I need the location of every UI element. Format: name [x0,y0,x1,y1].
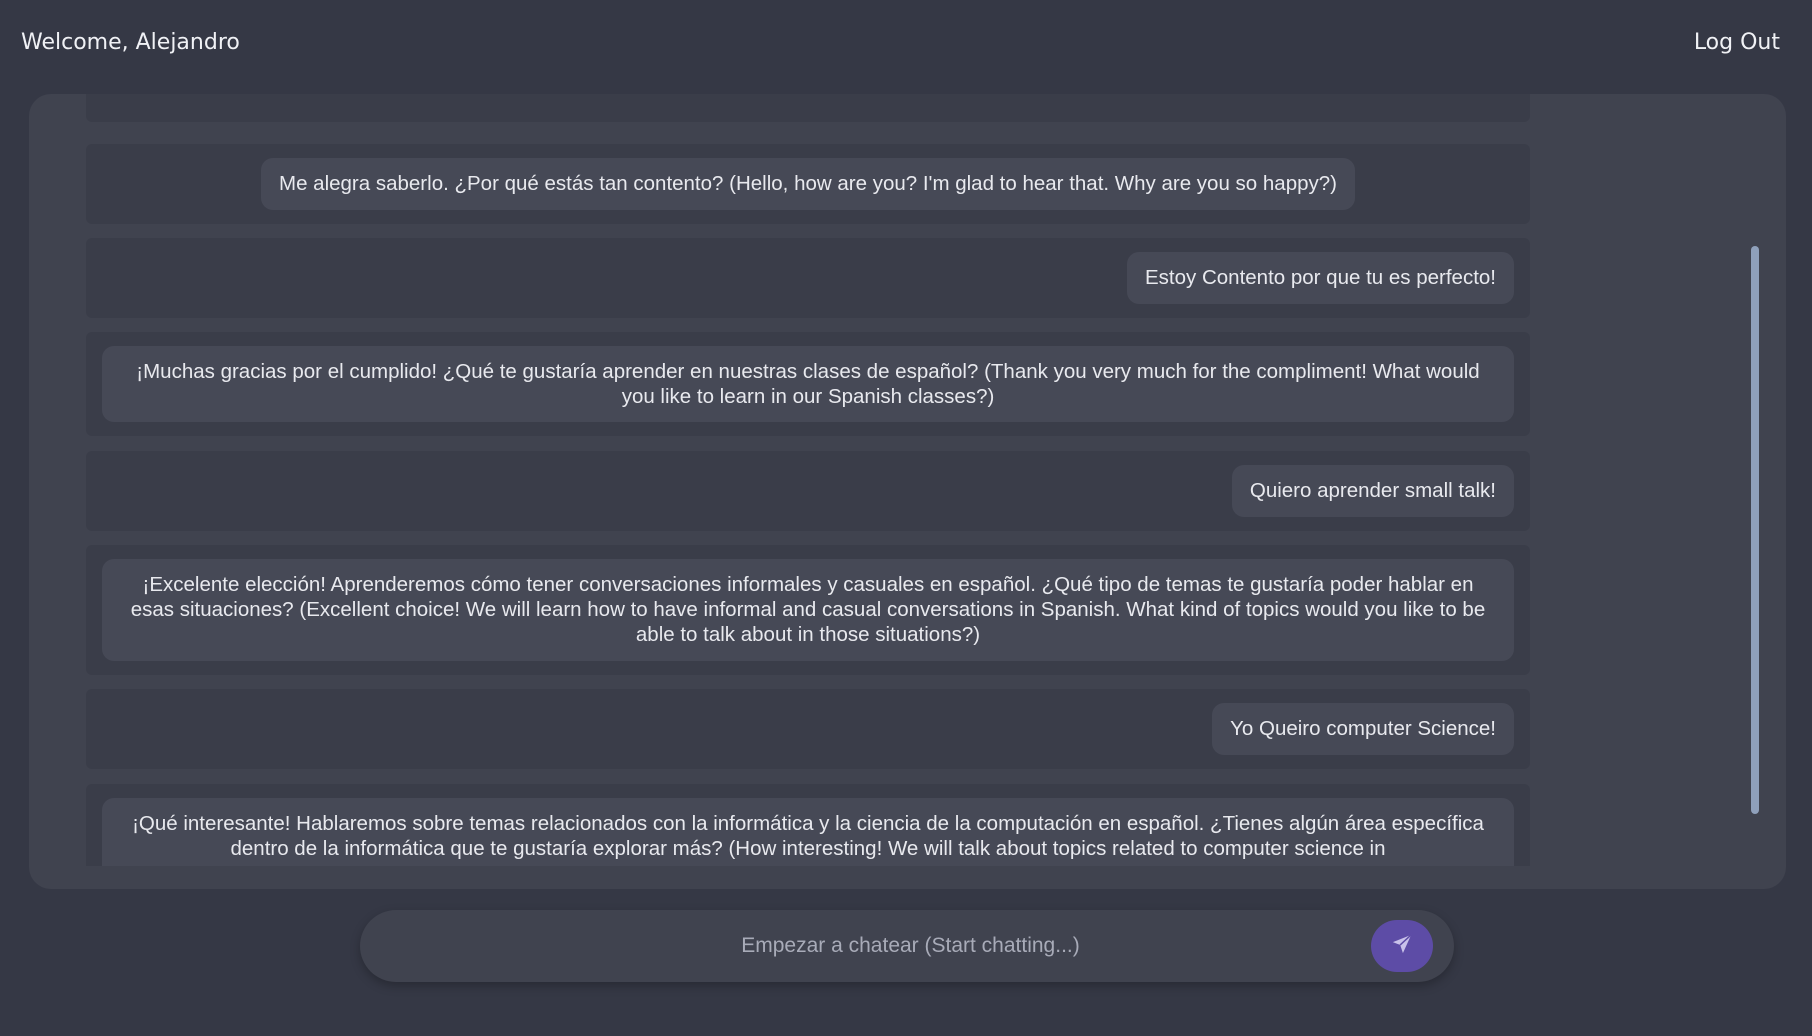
bot-message-bubble: Me alegra saberlo. ¿Por qué estás tan co… [261,158,1355,210]
user-message-bubble: Estoy Contento por que tu es perfecto! [1127,252,1514,304]
chat-input[interactable] [360,910,1371,982]
chat-panel: Me alegra saberlo. ¿Por qué estás tan co… [29,94,1786,889]
welcome-text: Welcome, Alejandro [21,29,240,55]
top-bar: Welcome, Alejandro Log Out [0,0,1812,84]
message-row-bot: ¡Muchas gracias por el cumplido! ¿Qué te… [86,332,1530,436]
user-message-bubble: Quiero aprender small talk! [1231,465,1514,517]
logout-link[interactable]: Log Out [1694,30,1780,55]
message-row-partial [86,94,1530,122]
message-row-bot: Me alegra saberlo. ¿Por qué estás tan co… [86,144,1530,224]
bot-message-bubble: ¡Qué interesante! Hablaremos sobre temas… [102,798,1514,866]
send-button[interactable] [1371,920,1433,972]
message-row-bot: ¡Qué interesante! Hablaremos sobre temas… [86,784,1530,866]
user-message-bubble: Yo Queiro computer Science! [1212,703,1514,755]
message-row-user: Quiero aprender small talk! [86,451,1530,531]
bot-message-bubble: ¡Excelente elección! Aprenderemos cómo t… [102,559,1514,661]
message-list[interactable]: Me alegra saberlo. ¿Por qué estás tan co… [86,94,1530,866]
message-row-user: Estoy Contento por que tu es perfecto! [86,238,1530,318]
message-row-user: Yo Queiro computer Science! [86,689,1530,769]
scrollbar-thumb[interactable] [1751,246,1759,814]
paper-plane-icon [1391,933,1413,960]
chat-composer [360,910,1454,982]
message-row-bot: ¡Excelente elección! Aprenderemos cómo t… [86,545,1530,675]
bot-message-bubble: ¡Muchas gracias por el cumplido! ¿Qué te… [102,346,1514,422]
